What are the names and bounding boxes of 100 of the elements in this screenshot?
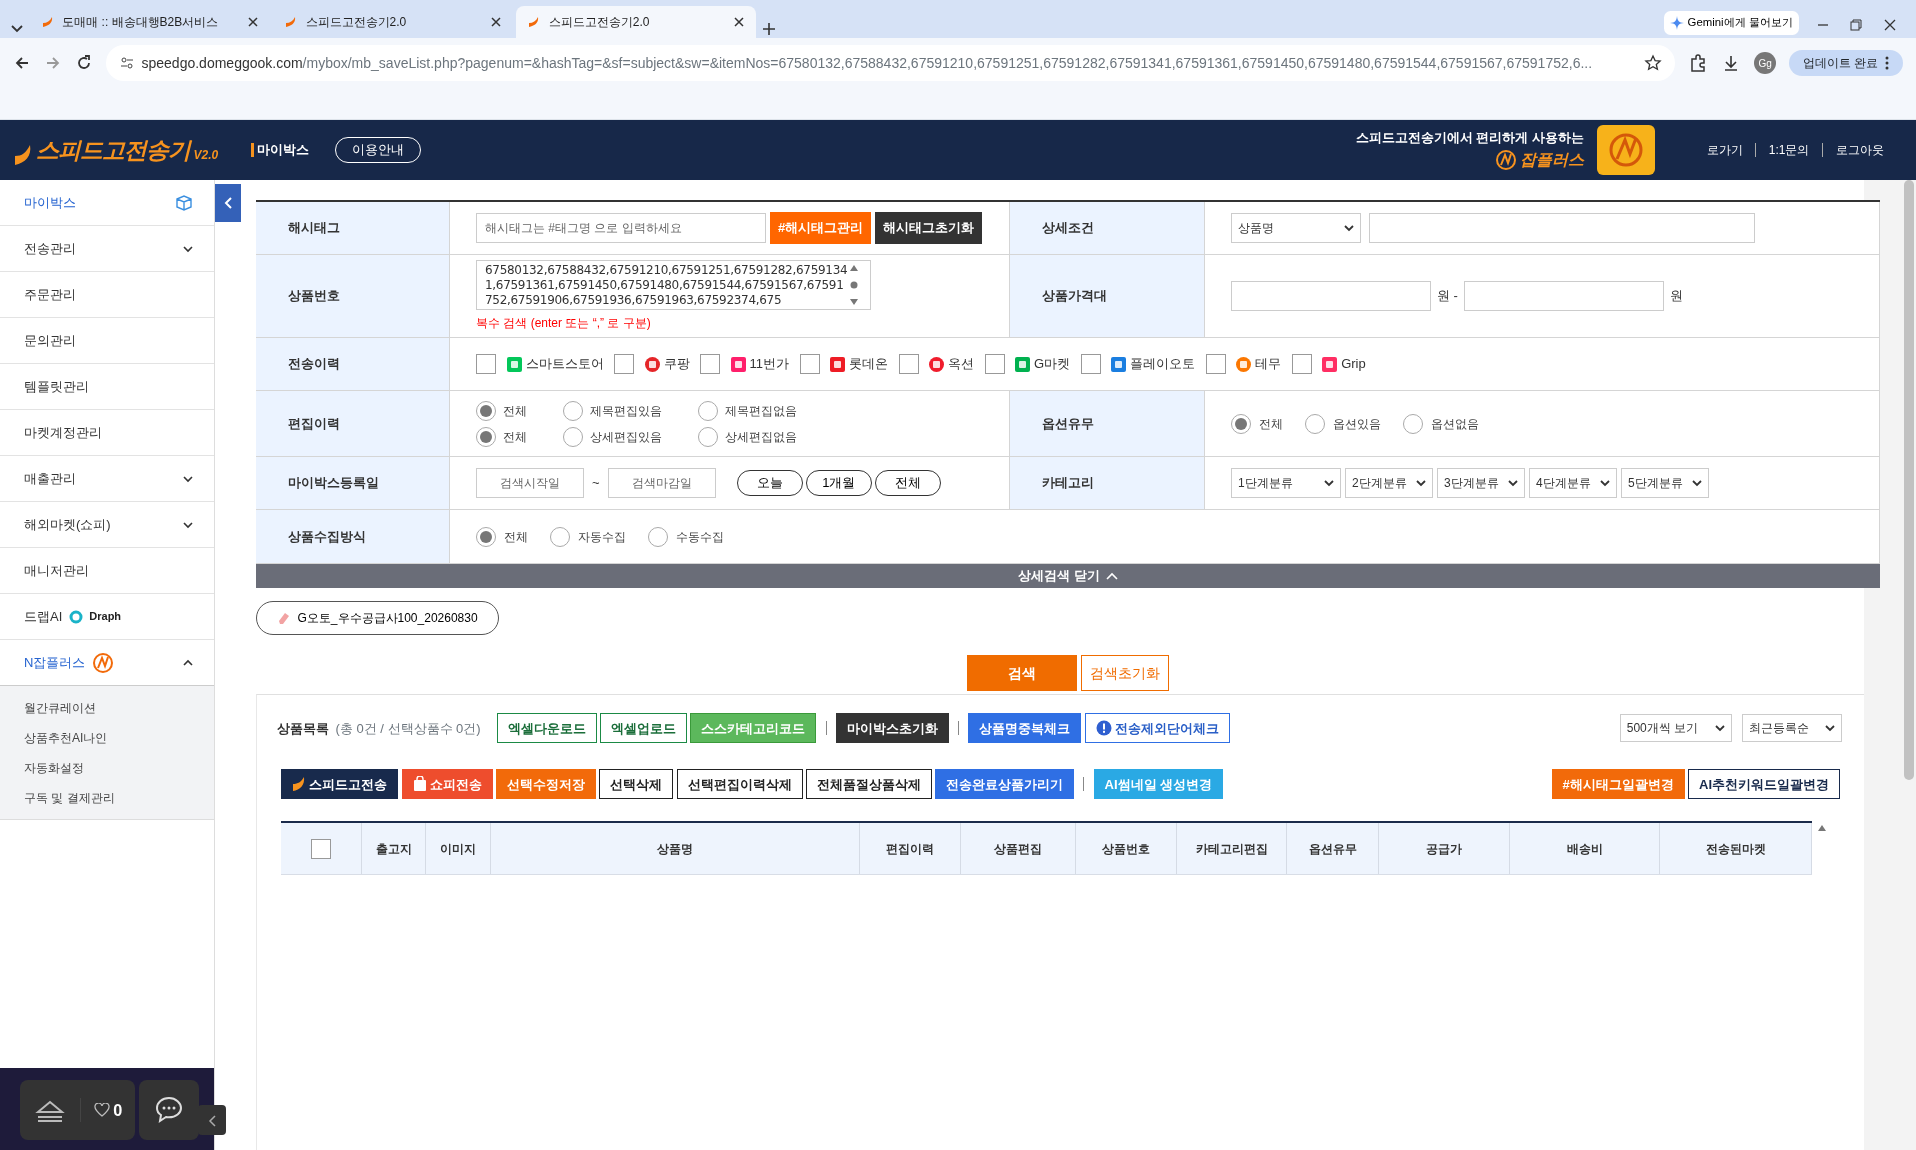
hashtag-button[interactable]: 해시태그초기화: [875, 212, 983, 244]
chevron-down-icon: [1600, 478, 1610, 488]
sort-select[interactable]: 최근등록순: [1741, 714, 1842, 743]
sidebar-subitem[interactable]: 구독 및 결제관리: [0, 782, 214, 813]
toolbar-button[interactable]: 전송완료상품가리기: [935, 769, 1074, 800]
radio-button[interactable]: [476, 526, 496, 547]
condition-field[interactable]: [1369, 213, 1755, 243]
sidebar-subitem[interactable]: 월간큐레이션: [0, 692, 214, 723]
checkbox[interactable]: [799, 354, 820, 374]
browser-tab[interactable]: 도매매 :: 배송대행B2B서비스: [29, 6, 270, 38]
close-icon[interactable]: [1882, 17, 1897, 32]
radio-button[interactable]: [648, 526, 668, 547]
checkbox[interactable]: [1080, 354, 1101, 374]
close-icon[interactable]: [732, 15, 747, 29]
sidebar-item[interactable]: 마켓계정관리: [0, 410, 214, 456]
sidebar-subitem[interactable]: 상품추천AI나인: [0, 722, 214, 753]
sidebar-item[interactable]: 매니저관리: [0, 548, 214, 594]
toolbar-button[interactable]: AI추천키워드일괄변경: [1688, 769, 1840, 800]
condition-select[interactable]: 상품명: [1231, 213, 1361, 243]
price-field[interactable]: [1231, 281, 1431, 311]
sidebar-item[interactable]: 주문관리: [0, 272, 214, 318]
header-link[interactable]: 1:1문의: [1768, 141, 1810, 159]
sidebar-item[interactable]: 마이박스: [0, 180, 214, 226]
toolbar-button[interactable]: 선택삭제: [599, 769, 674, 800]
header-link[interactable]: 로가기: [1706, 141, 1743, 159]
date-field[interactable]: 검색마감일: [607, 468, 716, 498]
chat-button[interactable]: [138, 1080, 199, 1140]
date-range-button[interactable]: 오늘: [736, 470, 803, 496]
checkbox[interactable]: [476, 354, 496, 374]
checkbox[interactable]: [311, 838, 331, 859]
like-count[interactable]: 0: [80, 1097, 136, 1123]
browser-tab[interactable]: 스피드고전송기2.0: [516, 6, 757, 38]
profile-avatar[interactable]: Gg: [1754, 52, 1777, 74]
restore-icon[interactable]: [1849, 17, 1863, 32]
toolbar-button[interactable]: 엑셀다운로드: [496, 713, 597, 744]
checkbox[interactable]: [898, 354, 919, 374]
url-text[interactable]: speedgo.domeggook.com/mybox/mb_saveList.php?pagenum=&hashTag=&sf=subject&sw=&itemNos=67580132,67588432,67591210,67591251,67591282,67591341,67591361,67591450,67591480,67591544,67591567,67591752,6...: [141, 52, 1638, 74]
sidebar-item[interactable]: 전송관리: [0, 226, 214, 272]
radio-button[interactable]: [1305, 413, 1325, 434]
toolbar-button[interactable]: 상품명중복체크: [968, 713, 1082, 744]
gemini-button[interactable]: Gemini에게 물어보기: [1663, 11, 1800, 35]
reload-icon[interactable]: [75, 54, 93, 72]
checkbox[interactable]: [700, 354, 720, 374]
close-icon[interactable]: [489, 15, 503, 29]
toolbar-button[interactable]: 선택편집이력삭제: [676, 769, 803, 800]
checkbox[interactable]: [1205, 354, 1226, 374]
sidebar-collapse-button[interactable]: [215, 184, 241, 222]
category-select[interactable]: 5단계분류: [1621, 468, 1709, 498]
hashtag-field[interactable]: 해시태그는 #태그명 으로 입력하세요: [476, 213, 766, 243]
update-button[interactable]: 업데이트 완료: [1789, 49, 1903, 77]
date-field[interactable]: 검색시작일: [476, 468, 584, 498]
sort-select[interactable]: 500개씩 보기: [1619, 714, 1732, 743]
address-bar[interactable]: speedgo.domeggook.com/mybox/mb_saveList.php?pagenum=&hashTag=&sf=subject&sw=&itemNos=67580132,67588432,67591210,67591251,67591282,67591341,67591361,67591450,67591480,67591544,67591567,67591752,6...: [106, 45, 1676, 81]
sidebar-item[interactable]: 해외마켓(쇼피): [0, 502, 214, 548]
radio-button[interactable]: [698, 426, 718, 447]
radio-label: 제목편집없음: [724, 402, 797, 420]
site-info-icon[interactable]: [119, 55, 135, 71]
category-select[interactable]: 3단계분류: [1437, 468, 1525, 498]
sidebar-item[interactable]: 매출관리: [0, 456, 214, 502]
toolbar-button[interactable]: 스피드고전송: [281, 769, 399, 800]
toolbar-button[interactable]: 전체품절상품삭제: [805, 769, 932, 800]
price-field[interactable]: [1463, 281, 1664, 311]
checkbox[interactable]: [984, 354, 1005, 374]
toolbar-button[interactable]: 쇼피전송: [401, 769, 493, 800]
star-icon[interactable]: [1644, 54, 1663, 72]
field-label: 카테고리: [1010, 457, 1205, 510]
toolbar-button[interactable]: 전송제외단어체크: [1084, 713, 1230, 744]
sidebar-item[interactable]: 템플릿관리: [0, 364, 214, 410]
saved-search-tag[interactable]: G오토_우수공급사100_20260830: [256, 601, 499, 635]
chevron-down-icon: [1508, 478, 1518, 488]
field-label: 마이박스등록일: [256, 457, 450, 510]
date-range-button[interactable]: 전체: [875, 470, 942, 496]
header-link[interactable]: 로그아웃: [1835, 141, 1884, 159]
checkbox[interactable]: [1291, 354, 1312, 374]
radio-button[interactable]: [698, 400, 718, 421]
checkbox[interactable]: [614, 354, 634, 374]
category-select[interactable]: 1단계분류: [1231, 468, 1341, 498]
toolbar-button[interactable]: 마이박스초기화: [835, 713, 949, 744]
collapse-search-bar[interactable]: 상세검색 닫기: [256, 564, 1880, 588]
radio-button[interactable]: [1231, 413, 1251, 434]
radio-button[interactable]: [563, 426, 583, 447]
close-icon[interactable]: [245, 15, 260, 29]
scroll-up-icon[interactable]: [1816, 823, 1828, 834]
category-select[interactable]: 2단계분류: [1345, 468, 1433, 498]
radio-button[interactable]: [1403, 413, 1423, 434]
product-number-field[interactable]: 67580132,67588432,67591210,67591251,67591282,67591341,67591361,67591450,67591480,67591544,67591567,67591752,67591906,67591936,67591963,67592374,675: [476, 260, 871, 310]
field-label: 옵션유무: [1010, 391, 1205, 457]
radio-button[interactable]: [476, 400, 496, 421]
radio-label: 제목편집있음: [589, 402, 662, 420]
category-select[interactable]: 4단계분류: [1529, 468, 1617, 498]
sidebar-subitem[interactable]: 자동화설정: [0, 752, 214, 783]
radio-button[interactable]: [563, 400, 583, 421]
browser-tab[interactable]: 스피드고전송기2.0: [273, 6, 513, 38]
sidebar-item[interactable]: 문의관리: [0, 318, 214, 364]
radio-button[interactable]: [550, 526, 570, 547]
toolbar-button[interactable]: 엑셀업로드: [600, 713, 688, 744]
collapse-widget-button[interactable]: [197, 1105, 226, 1135]
sidebar-item[interactable]: 드랩AI Draph: [0, 594, 214, 640]
date-range-button[interactable]: 1개월: [805, 470, 872, 496]
radio-button[interactable]: [476, 426, 496, 447]
